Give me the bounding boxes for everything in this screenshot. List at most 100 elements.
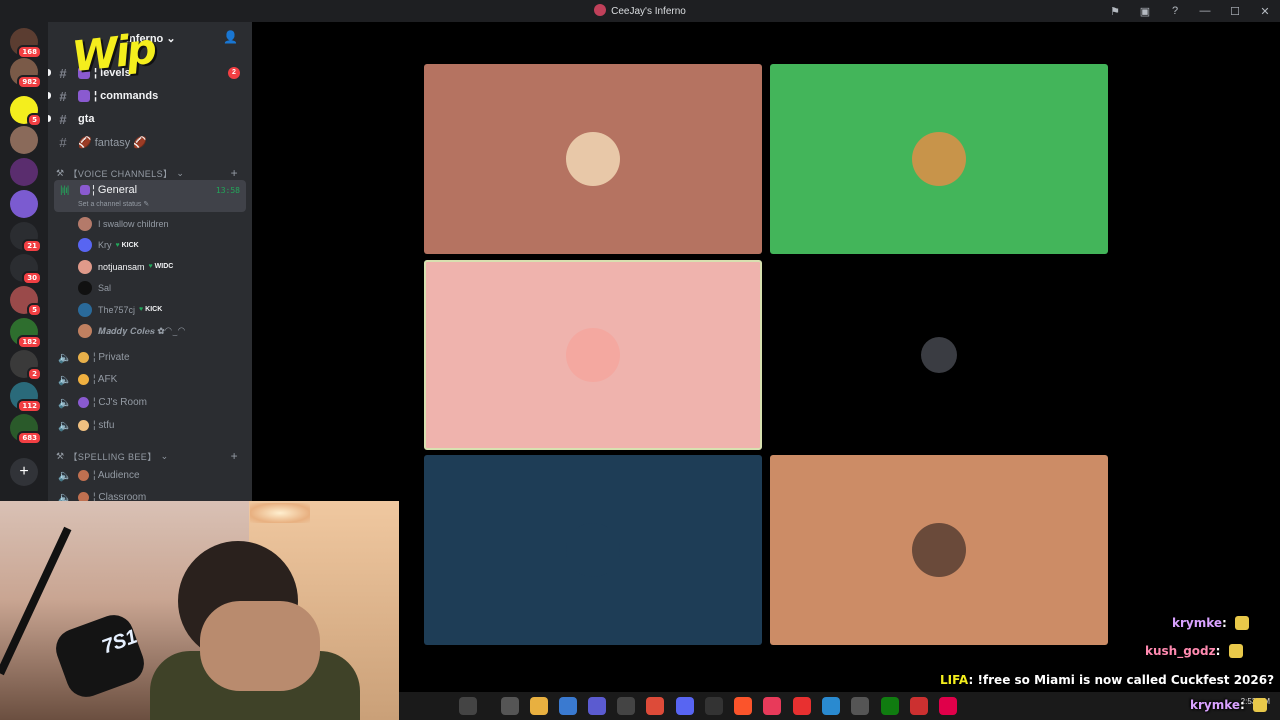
video-tile[interactable] (770, 64, 1108, 254)
voice-channel[interactable]: 🔈 ¦ Audience (54, 465, 246, 485)
speaker-icon: 🔈 (58, 396, 72, 409)
chat-message: LIFA: !free so Miami is now called Cuckf… (940, 673, 1274, 687)
video-tile[interactable] (424, 64, 762, 254)
member-name: The757cj (98, 304, 136, 315)
server-icon-8[interactable]: 5 (10, 286, 42, 317)
video-tile[interactable] (424, 260, 762, 450)
server-icon-0[interactable]: 168 (10, 28, 42, 59)
voice-channel[interactable]: 🔈 ¦ Private (54, 347, 246, 367)
teams-icon[interactable] (588, 697, 606, 715)
server-icon-9[interactable]: 182 (10, 318, 42, 349)
xbox-icon[interactable] (881, 697, 899, 715)
add-channel-icon[interactable]: + (231, 449, 238, 463)
minimize-icon[interactable]: — (1190, 5, 1220, 17)
search-icon[interactable] (459, 697, 477, 715)
member-name: notjuansam (98, 261, 145, 272)
server-badge: 2 (27, 367, 42, 381)
participant-avatar (912, 523, 966, 577)
app-icon[interactable] (910, 697, 928, 715)
store-icon[interactable] (617, 697, 635, 715)
music-icon[interactable] (763, 697, 781, 715)
edge-icon[interactable] (822, 697, 840, 715)
server-badge: 112 (17, 399, 42, 413)
text-channel[interactable]: # gta (48, 109, 246, 129)
voice-activity-icon: |ı|ı| (60, 185, 69, 196)
inbox-icon[interactable]: ▣ (1130, 5, 1160, 18)
close-icon[interactable]: ✕ (1250, 5, 1280, 18)
member-tag-text: KICK (145, 306, 163, 314)
add-channel-icon[interactable]: + (231, 166, 238, 180)
server-icon-3[interactable] (10, 126, 38, 154)
folder-icon[interactable] (530, 697, 548, 715)
server-icon-5[interactable] (10, 190, 38, 218)
chrome-icon[interactable] (646, 697, 664, 715)
avatar (78, 238, 92, 253)
voice-timer: 13:58 (215, 186, 240, 195)
voice-channel[interactable]: 🔈 ¦ CJ's Room (54, 392, 246, 412)
voice-channel[interactable]: 🔈 ¦ AFK (54, 370, 246, 390)
server-icon-7[interactable]: 30 (10, 254, 42, 285)
voice-member[interactable]: Kry ♥ KICK (78, 235, 246, 255)
unread-indicator (48, 92, 51, 99)
channel-status[interactable]: Set a channel status ✎ (78, 200, 149, 208)
hash-icon: # (59, 88, 67, 104)
active-voice-name: ¦ General (92, 184, 138, 196)
lamp (250, 503, 310, 523)
flag-icon[interactable]: ⚑ (1100, 5, 1130, 18)
voice-member[interactable]: notjuansam ♥ WIDC (78, 257, 246, 277)
channel-name: 🏈 fantasy 🏈 (78, 136, 147, 149)
member-tag: ♥ KICK (139, 306, 162, 313)
server-badge: 683 (17, 431, 42, 445)
maximize-icon[interactable]: ☐ (1220, 5, 1250, 18)
member-tag: ♥ KICK (116, 242, 139, 249)
server-icon-4[interactable] (10, 158, 38, 186)
github-icon[interactable] (705, 697, 723, 715)
spelling-category[interactable]: ⚒ 【SPELLING BEE】 ⌄ + (56, 448, 246, 464)
server-icon-1[interactable]: 982 (10, 58, 42, 89)
discord-icon[interactable] (676, 697, 694, 715)
server-icon-10[interactable]: 2 (10, 350, 42, 381)
voice-channel-name: ¦ Private (93, 351, 130, 363)
video-tile[interactable] (770, 260, 1108, 450)
member-name: Kry (98, 240, 112, 251)
photos-icon[interactable] (851, 697, 869, 715)
server-badge: 982 (17, 75, 42, 89)
voice-category-label: 【VOICE CHANNELS】 (68, 168, 173, 179)
server-badge: 30 (22, 271, 42, 285)
server-icon-6[interactable]: 21 (10, 222, 42, 253)
obs-icon[interactable] (939, 697, 957, 715)
channel-name: gta (78, 113, 95, 125)
server-badge: 21 (22, 239, 42, 253)
voice-member[interactable]: 𝑴𝒂𝒅𝒅𝒚 𝑪𝒐𝒍𝒆𝒔 ✿◠‿◠ (78, 321, 246, 341)
brave-icon[interactable] (734, 697, 752, 715)
app-icon[interactable] (793, 697, 811, 715)
taskbar: 2:53 AM (399, 692, 1280, 720)
voice-member[interactable]: I swallow children (78, 214, 246, 234)
add-member-icon[interactable]: 👤 (223, 30, 238, 44)
video-tile[interactable] (770, 455, 1108, 645)
avatar (78, 302, 92, 317)
window-title: CeeJay's Inferno (0, 4, 1280, 17)
channel-emoji-icon (78, 396, 89, 408)
help-icon[interactable]: ? (1160, 5, 1190, 17)
voice-category[interactable]: ⚒ 【VOICE CHANNELS】 ⌄ + (56, 165, 246, 181)
server-icon-12[interactable]: 683 (10, 414, 42, 445)
server-icon-11[interactable]: 112 (10, 382, 42, 413)
voice-member[interactable]: Sal (78, 278, 246, 298)
overlay-logo: Wip (69, 23, 157, 82)
chat-username: kush_godz (1145, 644, 1216, 658)
text-channel[interactable]: # 🏈 fantasy 🏈 (54, 132, 246, 152)
files-icon[interactable] (501, 697, 519, 715)
add-server-icon[interactable]: + (10, 458, 38, 486)
video-tile[interactable] (424, 455, 762, 645)
text-channel[interactable]: # ¦ commands (48, 86, 246, 106)
channel-emoji-icon (78, 419, 89, 431)
voice-channel[interactable]: 🔈 ¦ stfu (54, 415, 246, 435)
voice-channel[interactable]: 🔈 ¦ Classroom (54, 487, 246, 502)
hash-icon: # (59, 65, 67, 81)
active-voice-channel[interactable]: |ı|ı| ¦ General 13:58 Set a channel stat… (54, 180, 246, 212)
voice-member[interactable]: The757cj ♥ KICK (78, 300, 246, 320)
avatar (78, 281, 92, 296)
copilot-icon[interactable] (559, 697, 577, 715)
server-icon-2[interactable]: 5 (10, 96, 42, 127)
